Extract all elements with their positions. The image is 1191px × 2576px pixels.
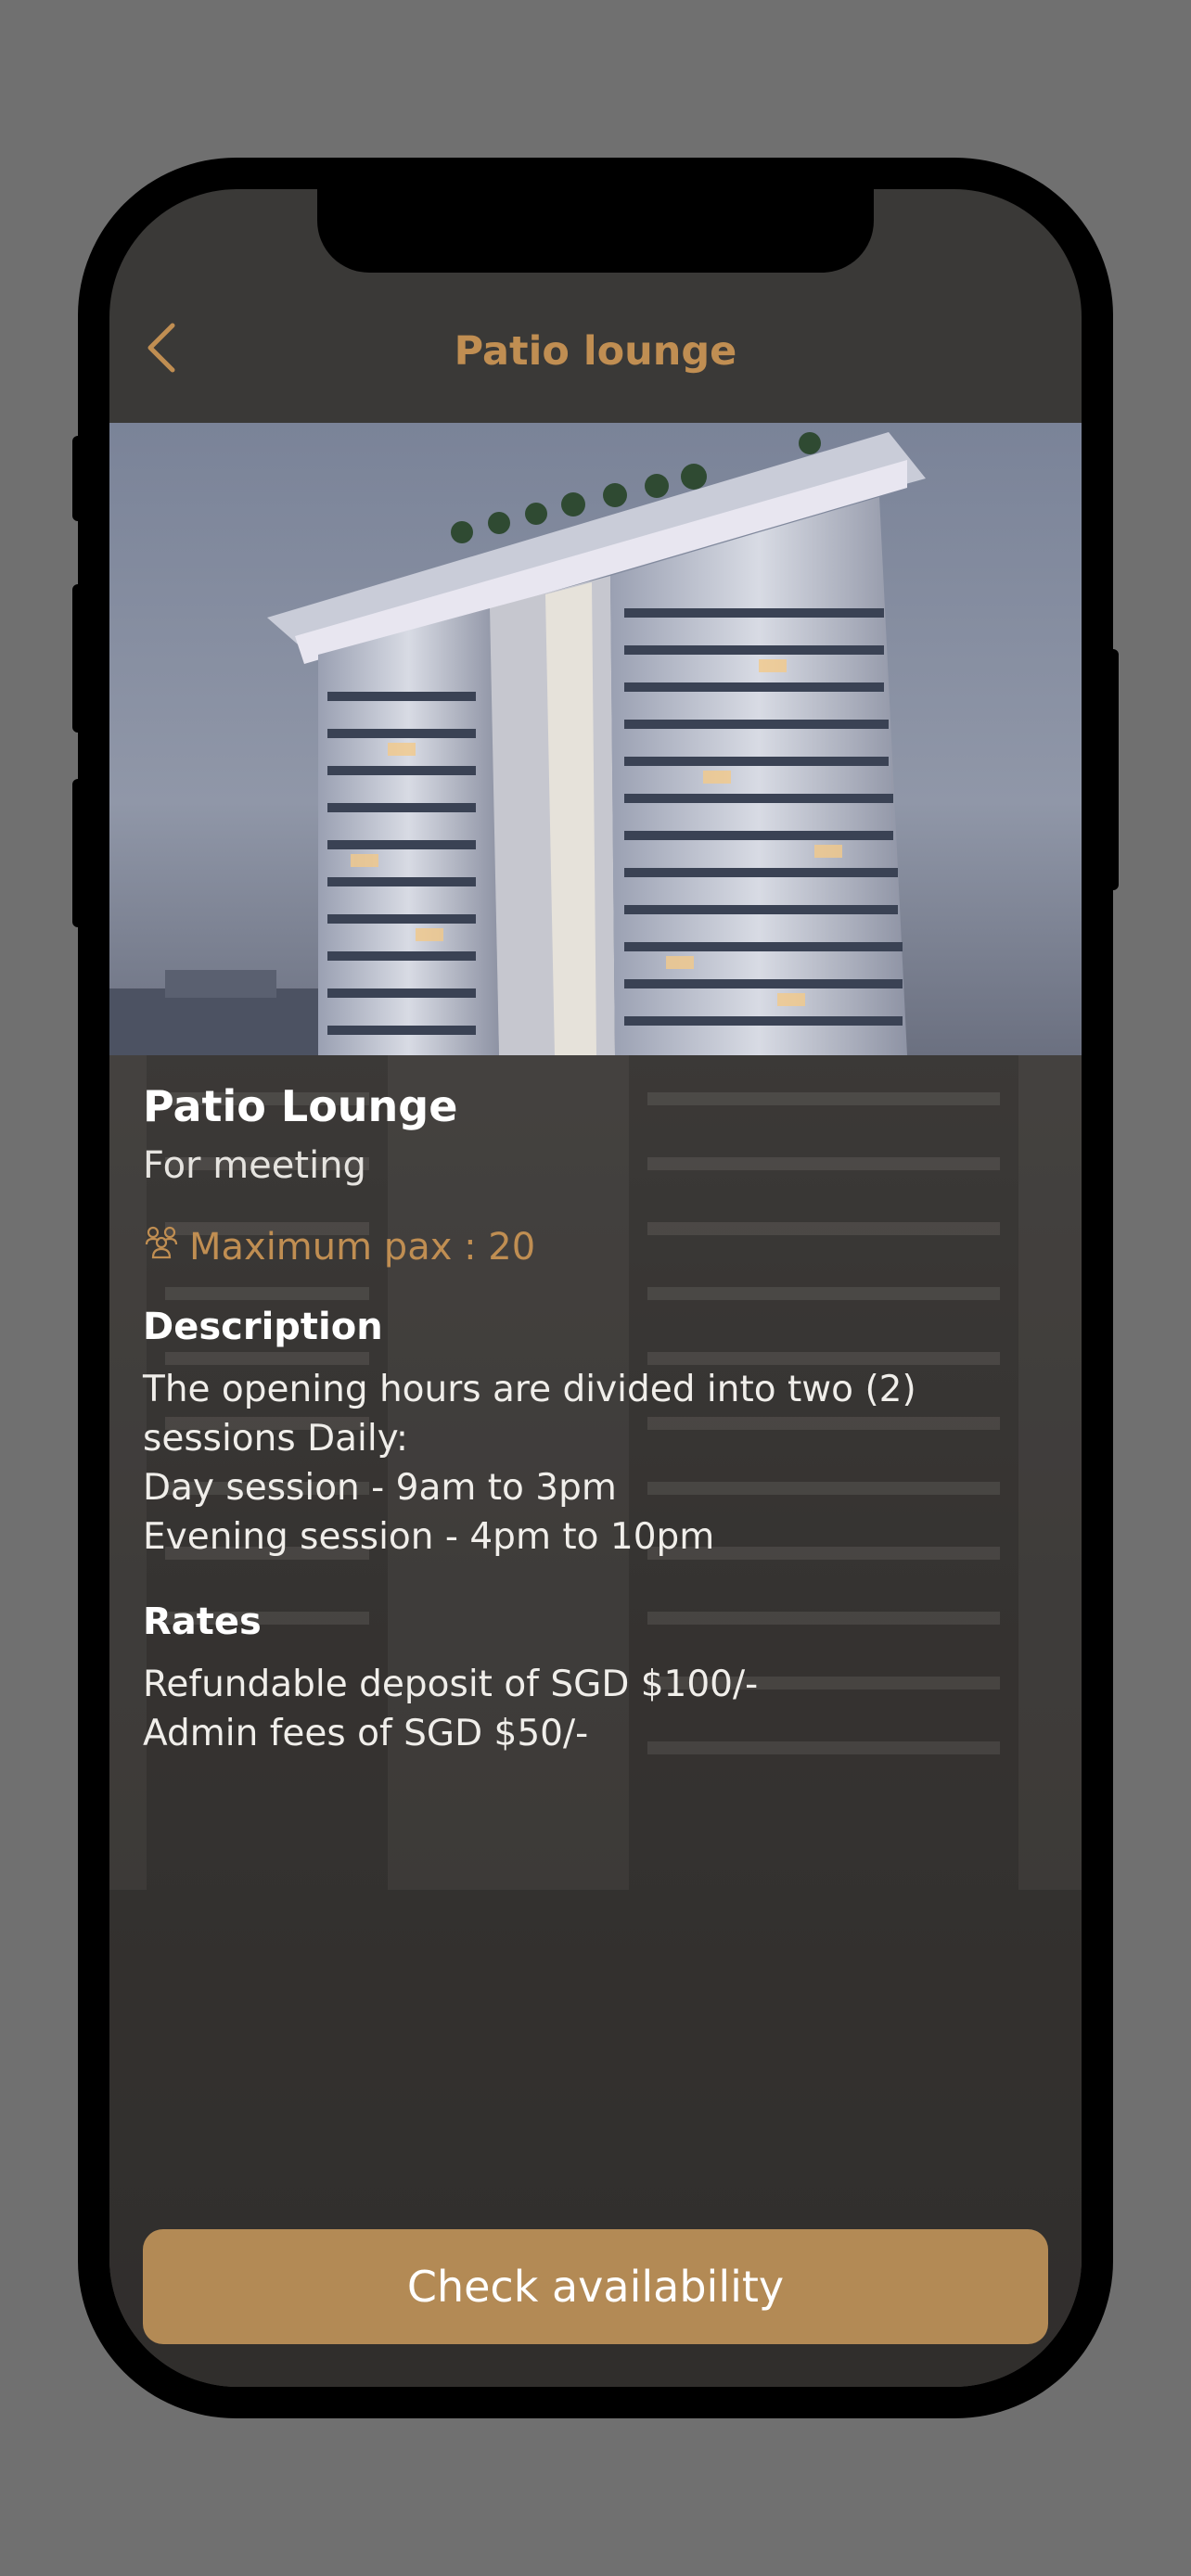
page-title: Patio lounge	[454, 328, 737, 375]
top-nav-bar: Patio lounge	[109, 291, 1082, 412]
rates-text: Refundable deposit of SGD $100/- Admin f…	[143, 1660, 1015, 1758]
description-line: Evening session - 4pm to 10pm	[143, 1516, 715, 1558]
venue-hero-image	[109, 423, 1082, 1055]
phone-frame: Patio lounge Patio Lounge For meeting Ma…	[78, 158, 1113, 2418]
rates-line: Admin fees of SGD $50/-	[143, 1713, 589, 1754]
rates-line: Refundable deposit of SGD $100/-	[143, 1664, 759, 1705]
rates-heading: Rates	[143, 1600, 262, 1643]
app-screen: Patio lounge Patio Lounge For meeting Ma…	[109, 189, 1082, 2387]
check-availability-button[interactable]: Check availability	[143, 2229, 1048, 2344]
description-heading: Description	[143, 1306, 383, 1348]
people-group-icon	[143, 1224, 180, 1270]
venue-purpose: For meeting	[143, 1144, 366, 1187]
max-pax-text: Maximum pax : 20	[189, 1226, 536, 1269]
venue-name: Patio Lounge	[143, 1081, 458, 1131]
description-line: Day session - 9am to 3pm	[143, 1467, 617, 1509]
max-pax-row: Maximum pax : 20	[143, 1224, 535, 1270]
device-notch	[317, 189, 874, 273]
description-line: sessions Daily:	[143, 1418, 409, 1460]
description-text: The opening hours are divided into two (…	[143, 1365, 1015, 1562]
description-line: The opening hours are divided into two (…	[143, 1369, 916, 1410]
